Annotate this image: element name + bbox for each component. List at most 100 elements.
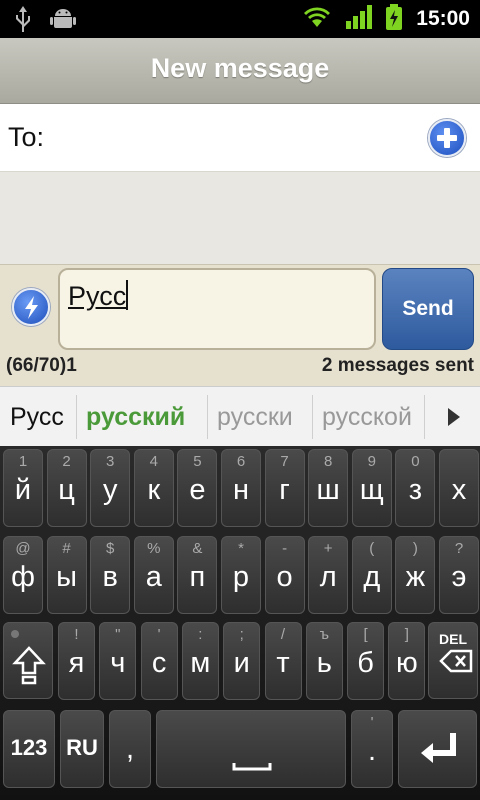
key[interactable]: " ч xyxy=(99,622,137,700)
key[interactable]: 1й xyxy=(3,449,43,527)
attach-button[interactable] xyxy=(12,288,50,326)
key[interactable]: ] ю xyxy=(388,622,426,700)
key-hint: ' xyxy=(157,626,161,643)
text-cursor xyxy=(126,280,129,310)
key[interactable]: 7г xyxy=(264,449,305,527)
key[interactable]: 9щ xyxy=(351,449,392,527)
key-label: д xyxy=(363,561,381,593)
keyboard: 1й2ц3у4к5е6н7г8ш9щ0зх @ ф # ы $ в% а & п * р - о + л(д… xyxy=(0,446,480,800)
suggestion-strip: Русс русский русски русской xyxy=(0,386,480,447)
key[interactable]: % а xyxy=(133,536,174,614)
key-label: ы xyxy=(56,561,78,593)
key-hint: & xyxy=(192,540,203,557)
comma-key[interactable]: , xyxy=(109,710,151,788)
key-hint: 7 xyxy=(280,453,289,470)
key[interactable]: ; и xyxy=(223,622,261,700)
key-label: ь xyxy=(316,647,332,679)
key-hint: ) xyxy=(412,540,418,557)
dot-key[interactable]: ' . xyxy=(351,710,393,788)
key[interactable]: ! я xyxy=(58,622,95,700)
key[interactable]: & п xyxy=(177,536,218,614)
key[interactable]: / т xyxy=(264,622,302,700)
key-hint: ] xyxy=(404,626,409,643)
wifi-icon xyxy=(302,5,332,33)
key[interactable]: $ в xyxy=(90,536,131,614)
add-contact-button[interactable] xyxy=(428,119,466,157)
backspace-icon xyxy=(439,649,473,673)
key-hint: 9 xyxy=(367,453,376,470)
key[interactable]: ? э xyxy=(439,536,479,614)
key-hint: # xyxy=(62,540,71,557)
key-hint: / xyxy=(280,626,286,643)
suggestion-selected[interactable]: русский xyxy=(86,387,200,447)
key[interactable]: 8ш xyxy=(308,449,349,527)
key-label: н xyxy=(232,474,249,506)
key[interactable]: 2ц xyxy=(46,449,87,527)
battery-charging-icon xyxy=(386,4,403,34)
key-hint: + xyxy=(323,540,333,557)
key-label: ш xyxy=(316,474,340,506)
key-label: ч xyxy=(110,647,126,679)
key-hint: 4 xyxy=(149,453,158,470)
send-button[interactable]: Send xyxy=(382,268,474,350)
message-input[interactable]: Русс xyxy=(58,268,376,350)
key-hint: 6 xyxy=(236,453,246,470)
key-label: г xyxy=(279,474,290,506)
key-hint: ; xyxy=(239,626,244,643)
language-key[interactable]: RU xyxy=(60,710,104,788)
key[interactable]: :м xyxy=(181,622,219,700)
message-text: Русс xyxy=(68,281,127,311)
key[interactable]: 0з xyxy=(395,449,436,527)
key[interactable]: 3у xyxy=(90,449,131,527)
key[interactable]: ъь xyxy=(305,622,343,700)
recipient-field[interactable]: To: xyxy=(0,104,480,172)
suggestion-item[interactable]: русски xyxy=(217,387,307,447)
key-hint: 0 xyxy=(411,453,420,470)
more-suggestions-button[interactable] xyxy=(426,387,480,447)
key-hint: % xyxy=(147,540,161,557)
shift-key[interactable] xyxy=(3,622,53,699)
key[interactable]: * р xyxy=(221,536,261,614)
key[interactable]: -о xyxy=(264,536,305,614)
key[interactable]: 5е xyxy=(177,449,218,527)
key-label: л xyxy=(319,561,337,593)
key[interactable]: х xyxy=(439,449,479,527)
title-bar: New message xyxy=(0,38,480,104)
key[interactable]: (д xyxy=(351,536,392,614)
key[interactable]: 4к xyxy=(133,449,174,527)
key[interactable]: [б xyxy=(347,622,385,700)
key-label: в xyxy=(102,561,118,593)
key[interactable]: @ ф xyxy=(3,536,43,614)
key[interactable]: # ы xyxy=(46,536,87,614)
page-title: New message xyxy=(150,53,330,83)
key-label: щ xyxy=(359,474,384,506)
key[interactable]: ) ж xyxy=(395,536,436,614)
enter-key[interactable] xyxy=(398,710,477,788)
suggestion-typed[interactable]: Русс xyxy=(10,387,72,447)
shift-icon xyxy=(11,630,46,685)
status-bar: 15:00 xyxy=(0,0,480,38)
key-label: т xyxy=(276,647,290,679)
key-hint: [ xyxy=(363,626,368,643)
key-hint: @ xyxy=(15,540,31,557)
android-debug-icon xyxy=(50,6,76,36)
key-label: у xyxy=(102,474,118,506)
key[interactable]: 6н xyxy=(221,449,261,527)
numbers-key[interactable]: 123 xyxy=(3,710,55,788)
key-label: я xyxy=(68,647,85,679)
key[interactable]: + л xyxy=(308,536,349,614)
divider xyxy=(76,395,77,439)
space-icon xyxy=(232,763,272,771)
delete-key[interactable]: DEL xyxy=(428,622,478,699)
key[interactable]: ' с xyxy=(140,622,178,700)
space-key[interactable] xyxy=(156,710,346,788)
key-hint: 1 xyxy=(18,453,28,470)
key-label: а xyxy=(145,561,162,593)
lightning-icon xyxy=(25,296,38,319)
key-label: о xyxy=(276,561,293,593)
character-counter: (66/70)1 xyxy=(6,355,77,376)
suggestion-item[interactable]: русской xyxy=(322,387,420,447)
key-hint: 2 xyxy=(62,453,71,470)
key-label: п xyxy=(189,561,206,593)
key-label: е xyxy=(189,474,206,506)
